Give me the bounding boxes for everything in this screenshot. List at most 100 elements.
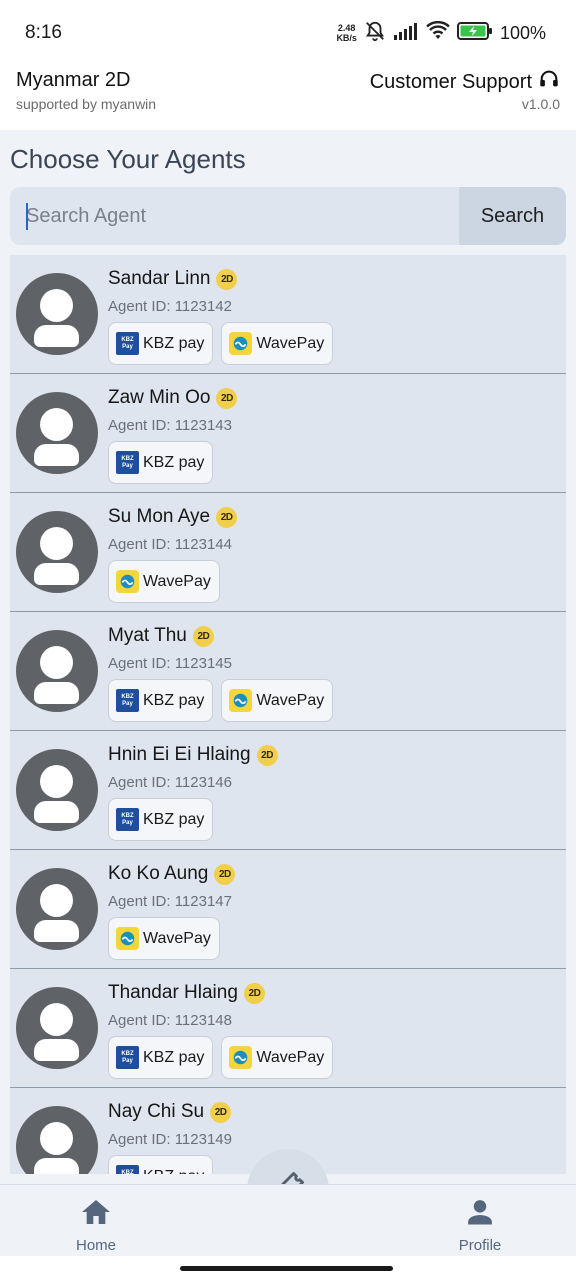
avatar-body <box>34 682 79 704</box>
app-version: v1.0.0 <box>521 96 560 112</box>
nav-profile[interactable]: Profile <box>440 1197 520 1254</box>
battery-percentage: 100% <box>499 22 546 43</box>
avatar <box>16 749 98 831</box>
wavepay-logo-icon <box>229 332 253 355</box>
customer-support-button[interactable]: Customer Support <box>370 68 560 96</box>
person-icon <box>465 1197 495 1231</box>
nav-profile-label: Profile <box>458 1237 502 1254</box>
agent-name-row: Su Mon Aye 2D <box>108 506 238 528</box>
avatar <box>16 511 98 593</box>
wavepay-chip[interactable]: WavePay <box>221 322 334 365</box>
app-subtitle: supported by myanwin <box>16 96 157 112</box>
status-bar: 8:16 2.48 KB/s 100% <box>0 0 576 62</box>
wavepay-chip[interactable]: WavePay <box>221 679 334 722</box>
agent-card[interactable]: Su Mon Aye 2D Agent ID: 1123144 WavePay <box>10 493 566 612</box>
kbz-pay-logo-icon: KBZPay <box>116 1046 139 1069</box>
avatar-head <box>40 408 73 441</box>
payment-label: KBZ pay <box>143 453 205 471</box>
text-caret <box>26 203 28 230</box>
agent-id: Agent ID: 1123142 <box>108 298 232 315</box>
payment-methods: KBZPayKBZ pay <box>108 798 214 841</box>
kbz-pay-logo-icon: KBZPay <box>116 689 139 712</box>
avatar-body <box>34 325 79 347</box>
search-button[interactable]: Search <box>459 187 566 245</box>
wavepay-logo-icon <box>116 570 139 593</box>
payment-methods: KBZ Pay KBZ pay WavePay <box>108 679 334 722</box>
agent-name: Sandar Linn <box>108 268 211 289</box>
agent-id: Agent ID: 1123145 <box>108 655 232 672</box>
agent-card[interactable]: Zaw Min Oo 2D Agent ID: 1123143 KBZ Pay KBZ p… <box>10 374 566 493</box>
customer-support-label: Customer Support <box>369 70 532 93</box>
agent-name-row: Zaw Min Oo 2D <box>108 387 238 409</box>
avatar <box>16 1106 98 1174</box>
nav-home[interactable]: Home <box>56 1197 136 1254</box>
agent-card[interactable]: Myat Thu 2D Agent ID: 1123145 KBZ Pay KBZ pay… <box>10 612 566 731</box>
2d-badge: 2D <box>192 625 214 647</box>
avatar-body <box>34 444 79 466</box>
agent-name: Su Mon Aye <box>108 506 211 527</box>
payment-label: WavePay <box>256 1048 325 1066</box>
search-bar: Search <box>10 187 566 245</box>
gesture-bar-area <box>0 1256 576 1280</box>
avatar-head <box>40 884 73 917</box>
payment-label: WavePay <box>256 334 325 352</box>
status-time: 8:16 <box>25 22 62 43</box>
home-indicator[interactable] <box>180 1266 393 1271</box>
battery-icon <box>456 21 493 45</box>
agent-name-row: Nay Chi Su 2D <box>108 1101 232 1123</box>
headset-icon <box>538 68 560 96</box>
agent-name: Zaw Min Oo <box>108 387 211 408</box>
agent-id: Agent ID: 1123144 <box>108 536 232 553</box>
payment-methods: WavePay <box>108 917 220 960</box>
payment-label: WavePay <box>143 929 211 947</box>
agent-name-row: Ko Ko Aung 2D <box>108 863 236 885</box>
agent-name: Nay Chi Su <box>108 1101 205 1122</box>
agent-card[interactable]: Thandar Hlaing 2D Agent ID: 1123148 KBZ Pay K… <box>10 969 566 1088</box>
avatar-body <box>34 801 79 823</box>
avatar-head <box>40 1003 73 1036</box>
avatar <box>16 392 98 474</box>
avatar <box>16 987 98 1069</box>
agent-card[interactable]: Hnin Ei Ei Hlaing 2D Agent ID: 1123146 KBZ P… <box>10 731 566 850</box>
kbz-pay-chip[interactable]: KBZPayKBZ pay <box>108 1036 214 1079</box>
kbz-pay-chip[interactable]: KBZPayKBZ pay <box>108 798 214 841</box>
nav-home-label: Home <box>75 1237 116 1254</box>
kbz-pay-logo-icon: KBZPay <box>116 332 139 355</box>
payment-label: KBZ pay <box>143 334 205 352</box>
agent-name: Myat Thu <box>108 625 187 646</box>
search-input[interactable] <box>10 187 459 245</box>
avatar-head <box>40 646 73 679</box>
wavepay-chip[interactable]: WavePay <box>108 917 220 960</box>
agent-list: Sandar Linn 2D Agent ID: 1123142 KBZ Pay KBZ … <box>10 255 566 1174</box>
agent-card[interactable]: Ko Ko Aung 2D Agent ID: 1123147 WavePay <box>10 850 566 969</box>
wavepay-logo-icon <box>229 689 253 712</box>
agent-name: Thandar Hlaing <box>108 982 238 1003</box>
network-speed: 2.48 KB/s <box>336 23 357 43</box>
agent-id: Agent ID: 1123148 <box>108 1012 232 1029</box>
2d-badge: 2D <box>216 268 238 290</box>
kbz-pay-chip[interactable]: KBZPayKBZ pay <box>108 322 214 365</box>
agent-card[interactable]: Sandar Linn 2D Agent ID: 1123142 KBZ Pay KBZ … <box>10 255 566 374</box>
agent-name-row: Thandar Hlaing 2D <box>108 982 265 1004</box>
avatar-head <box>40 527 73 560</box>
payment-label: WavePay <box>143 572 211 590</box>
page-title: Choose Your Agents <box>10 144 246 174</box>
network-speed-value: 2.48 <box>337 23 356 33</box>
agent-name: Hnin Ei Ei Hlaing <box>108 744 251 765</box>
avatar <box>16 868 98 950</box>
kbz-pay-chip[interactable]: KBZPay KBZ pay <box>108 1155 214 1175</box>
wifi-icon <box>426 20 450 46</box>
agent-id: Agent ID: 1123146 <box>108 774 232 791</box>
kbz-pay-logo-icon: KBZPay <box>116 451 139 474</box>
bottom-navigation: Home Profile <box>0 1184 576 1256</box>
kbz-pay-chip[interactable]: KBZPayKBZ pay <box>108 441 214 484</box>
kbz-pay-chip[interactable]: KBZPayKBZ pay <box>108 679 214 722</box>
payment-label: KBZ pay <box>143 1168 204 1175</box>
home-icon <box>80 1197 112 1231</box>
avatar-body <box>34 563 79 585</box>
wavepay-chip[interactable]: WavePay <box>221 1036 334 1079</box>
2d-badge: 2D <box>216 387 238 409</box>
wavepay-chip[interactable]: WavePay <box>108 560 220 603</box>
kbz-pay-logo-icon: KBZPay <box>116 1165 139 1174</box>
agent-name-row: Sandar Linn 2D <box>108 268 238 290</box>
